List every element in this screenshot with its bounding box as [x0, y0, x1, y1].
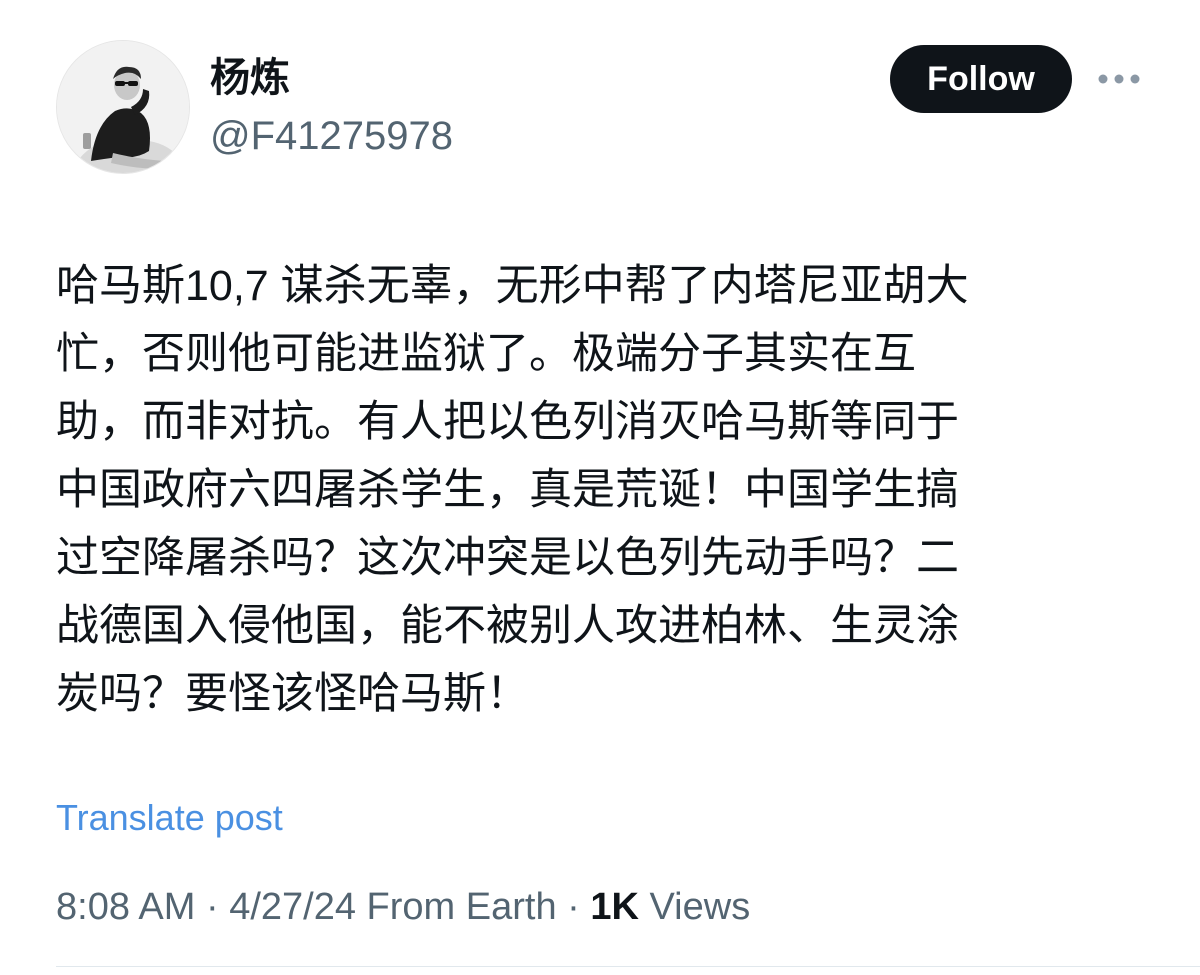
- post-text-line: 哈马斯10,7 谋杀无辜，无形中帮了内塔尼亚胡大: [56, 262, 969, 310]
- views-label: Views: [638, 886, 751, 928]
- post-text-line: 忙，否则他可能进监狱了。极端分子其实在互: [56, 330, 916, 378]
- post-text-line: 中国政府六四屠杀学生，真是荒诞！中国学生搞: [56, 466, 959, 514]
- more-horizontal-icon: [1098, 74, 1140, 84]
- avatar[interactable]: [56, 40, 190, 174]
- meta-separator: ·: [195, 886, 230, 928]
- post-date[interactable]: 4/27/24: [229, 886, 356, 928]
- post-text: 哈马斯10,7 谋杀无辜，无形中帮了内塔尼亚胡大 忙，否则他可能进监狱了。极端分…: [56, 252, 1136, 728]
- meta-separator: ·: [556, 886, 591, 928]
- more-options-button[interactable]: [1094, 62, 1144, 96]
- post-text-line: 炭吗？要怪该怪哈马斯！: [56, 670, 529, 718]
- post-text-line: 战德国入侵他国，能不被别人攻进柏林、生灵涂: [56, 602, 959, 650]
- avatar-photo-icon: [57, 41, 189, 173]
- post-time[interactable]: 8:08 AM: [56, 886, 195, 928]
- post-meta: 8:08 AM · 4/27/24 From Earth · 1K Views: [56, 882, 750, 932]
- translate-post-link[interactable]: Translate post: [56, 794, 283, 842]
- post-card: 杨炼 @F41275978 Follow 哈马斯10,7 谋杀无辜，无形中帮了内…: [0, 0, 1200, 975]
- divider: [56, 966, 1200, 967]
- post-source: From Earth: [356, 886, 557, 928]
- post-text-line: 助，而非对抗。有人把以色列消灭哈马斯等同于: [56, 398, 959, 446]
- post-text-line: 过空降屠杀吗？这次冲突是以色列先动手吗？二: [56, 534, 959, 582]
- author-handle[interactable]: @F41275978: [210, 110, 453, 162]
- author-display-name[interactable]: 杨炼: [210, 52, 290, 104]
- views-count[interactable]: 1K: [590, 886, 639, 928]
- follow-button[interactable]: Follow: [890, 45, 1072, 113]
